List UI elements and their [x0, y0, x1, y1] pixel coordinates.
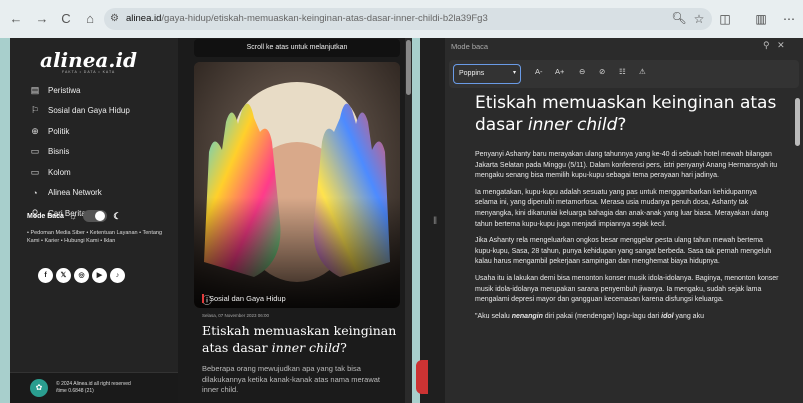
page-scrollbar[interactable] — [405, 38, 412, 403]
site-sidebar: alinea.id FAKTA • DATA • KATA ▤ Peristiwa… — [10, 38, 178, 403]
reader-scrollbar[interactable] — [795, 98, 800, 146]
reader-title: Etiskah memuaskan keinginan atas dasar i… — [475, 93, 777, 135]
font-increase-button[interactable]: A+ — [555, 67, 564, 76]
site-logo[interactable]: alinea.id — [40, 48, 137, 72]
mode-baca-toggle-row: Mode Baca ☼ ☾ — [27, 210, 121, 222]
network-icon: ◔ — [32, 187, 38, 198]
spacing-icon[interactable]: ☷ — [619, 67, 626, 76]
font-select[interactable]: Poppins ▾ — [453, 64, 521, 84]
reader-paragraph: Ia mengatakan, kupu-kupu adalah sesuatu … — [475, 188, 769, 228]
menu-item-label: Sosial dan Gaya Hidup — [48, 106, 130, 116]
article-headline: Etiskah memuaskan keinginan atas dasar i… — [202, 323, 397, 355]
copyright-bar: ✿ © 2024 Alinea.id all right reserved/ti… — [10, 372, 178, 403]
reader-header: Mode baca — [451, 42, 489, 51]
menu-item-label: Politik — [48, 126, 70, 136]
tiktok-icon[interactable]: ♪ — [110, 268, 125, 283]
youtube-icon[interactable]: ▶ — [92, 268, 107, 283]
people-icon: ⚐ — [30, 105, 40, 116]
site-menu: ▤ Peristiwa ⚐ Sosial dan Gaya Hidup ⊕ Polit… — [28, 80, 130, 224]
facebook-icon[interactable]: f — [38, 268, 53, 283]
menu-item-peristiwa[interactable]: ▤ Peristiwa — [28, 80, 130, 101]
color-icon[interactable]: ⊘ — [599, 67, 605, 76]
font-decrease-button[interactable]: A- — [535, 67, 543, 76]
menu-item-kolom[interactable]: ▭ Kolom — [28, 162, 130, 183]
reader-paragraph: Usaha itu ia lakukan demi bisa menonton … — [475, 274, 779, 304]
side-tab[interactable] — [416, 360, 428, 394]
reader-paragraph: "Aku selalu nenangin diri pakai (mendeng… — [475, 312, 704, 320]
menu-item-network[interactable]: ◔ Alinea Network — [28, 183, 130, 204]
moon-icon: ☾ — [113, 210, 122, 221]
browser-toolbar: ← → C ⌂ ⚙ alinea.id/gaya-hidup/etiskah-m… — [0, 0, 803, 38]
reader-toolbar: Poppins ▾ A- A+ ⊖ ⊘ ☷ ⚠ — [449, 60, 799, 88]
pin-icon[interactable]: ⚲ — [763, 40, 770, 50]
forward-icon[interactable]: → — [34, 11, 50, 27]
reader-header-icons: ⚲ ✕ — [763, 40, 785, 51]
reload-icon[interactable]: C — [58, 11, 74, 27]
menu-item-label: Alinea Network — [48, 188, 102, 198]
scrollbar-thumb[interactable] — [406, 40, 411, 95]
web-page: alinea.id FAKTA • DATA • KATA ▤ Peristiwa… — [10, 38, 412, 403]
link-icon[interactable]: ⊖ — [579, 67, 585, 76]
newspaper-icon: ▤ — [30, 84, 40, 95]
close-icon[interactable]: ✕ — [777, 40, 785, 50]
article-date: Selasa, 07 November 2023 06:00 — [202, 313, 270, 318]
monitor-icon: ▭ — [30, 166, 40, 177]
footer-links[interactable]: • Pedoman Media Siber • Ketentuan Layana… — [27, 230, 167, 245]
site-tagline: FAKTA • DATA • KATA — [62, 70, 116, 74]
hero-image: ⓘ — [194, 62, 400, 308]
badge-icon: ✿ — [30, 379, 48, 397]
menu-item-label: Peristiwa — [48, 85, 81, 95]
url-path: /gaya-hidup/etiskah-memuaskan-keinginan-… — [161, 13, 488, 24]
menu-item-label: Bisnis — [48, 147, 70, 157]
site-info-icon[interactable]: ⚙ — [110, 8, 119, 30]
search-icon[interactable]: 🔍︎ — [670, 9, 688, 27]
article-main: Scroll ke atas untuk melanjutkan ⓘ Sosia… — [190, 38, 404, 403]
menu-icon[interactable]: ⋯ — [780, 10, 798, 28]
menu-item-bisnis[interactable]: ▭ Bisnis — [28, 142, 130, 163]
star-icon[interactable]: ☆ — [690, 10, 708, 28]
chevron-down-icon: ▾ — [512, 70, 516, 76]
copyright-text: © 2024 Alinea.id all right reserved/time… — [56, 381, 131, 394]
sun-icon: ☼ — [68, 211, 78, 221]
reading-mode-icon[interactable]: ▥ — [752, 10, 770, 28]
back-icon[interactable]: ← — [8, 11, 24, 27]
mode-baca-label: Mode Baca — [27, 212, 64, 220]
article-lede: Beberapa orang mewujudkan apa yang tak b… — [202, 364, 381, 394]
url-host: alinea.id — [126, 13, 162, 24]
menu-item-politik[interactable]: ⊕ Politik — [28, 121, 130, 142]
reader-content: Etiskah memuaskan keinginan atas dasar i… — [475, 92, 780, 322]
article-section[interactable]: Sosial dan Gaya Hidup — [202, 294, 286, 303]
menu-item-sosial[interactable]: ⚐ Sosial dan Gaya Hidup — [28, 101, 130, 122]
extensions-icon[interactable]: ◫ — [716, 10, 734, 28]
reader-paragraph: Jika Ashanty rela mengeluarkan ongkos be… — [475, 237, 772, 266]
x-icon[interactable]: 𝕏 — [56, 268, 71, 283]
address-bar[interactable]: ⚙ alinea.id/gaya-hidup/etiskah-memuaskan… — [104, 8, 712, 30]
mode-baca-toggle[interactable] — [83, 210, 108, 222]
hands-photo — [194, 62, 400, 308]
social-links: f 𝕏 ◎ ▶ ♪ — [38, 268, 125, 283]
menu-item-label: Kolom — [48, 167, 71, 177]
briefcase-icon: ▭ — [30, 146, 40, 157]
reading-mode-panel: Mode baca ⚲ ✕ Poppins ▾ A- A+ ⊖ ⊘ ☷ ⚠ Eti… — [445, 38, 803, 403]
instagram-icon[interactable]: ◎ — [74, 268, 89, 283]
scroll-note[interactable]: Scroll ke atas untuk melanjutkan — [194, 39, 400, 57]
reader-paragraph: Penyanyi Ashanty baru merayakan ulang ta… — [475, 151, 778, 180]
home-icon[interactable]: ⌂ — [82, 11, 98, 27]
font-icon[interactable]: ⚠ — [639, 67, 646, 76]
globe-icon: ⊕ — [31, 125, 39, 136]
drag-handle-icon[interactable]: ‖ — [433, 216, 437, 227]
